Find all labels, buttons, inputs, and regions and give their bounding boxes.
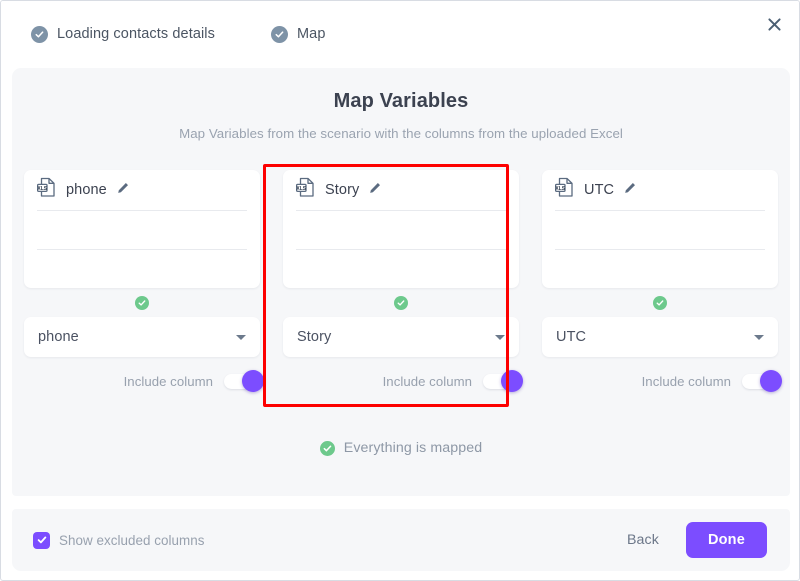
svg-text:XLS: XLS <box>555 186 565 192</box>
checkbox-label: Show excluded columns <box>59 532 205 548</box>
column-preview-card: XLS Story <box>283 170 519 288</box>
include-column-row: Include column <box>283 357 523 406</box>
svg-text:XLS: XLS <box>296 186 306 192</box>
variable-select-utc[interactable]: UTC <box>542 317 778 357</box>
column-name-label: Story <box>325 182 360 198</box>
show-excluded-columns-checkbox[interactable]: Show excluded columns <box>33 531 205 549</box>
column-preview-row <box>296 210 506 249</box>
page-subtitle: Map Variables from the scenario with the… <box>179 126 623 141</box>
include-column-toggle[interactable] <box>483 370 523 392</box>
toggle-knob <box>242 370 264 392</box>
check-circle-green-icon <box>394 295 408 310</box>
include-column-row: Include column <box>542 357 782 406</box>
xls-file-icon: XLS <box>36 177 56 203</box>
done-button[interactable]: Done <box>685 522 767 558</box>
step-map[interactable]: Map <box>270 25 326 43</box>
column-name-label: UTC <box>584 182 615 198</box>
xls-file-icon: XLS <box>554 177 574 203</box>
check-circle-icon <box>270 25 288 43</box>
pencil-icon[interactable] <box>624 181 636 199</box>
include-column-toggle[interactable] <box>742 370 782 392</box>
check-circle-green-icon <box>319 440 335 456</box>
checkbox-checked-icon <box>33 531 50 549</box>
mapping-status <box>542 288 778 317</box>
column-preview-row <box>555 210 765 249</box>
xls-file-icon: XLS <box>295 177 315 203</box>
svg-text:XLS: XLS <box>37 186 47 192</box>
column-preview-header: XLS phone <box>36 170 247 210</box>
map-variables-panel: Map Variables Map Variables from the sce… <box>12 68 790 496</box>
chevron-down-icon <box>236 334 246 340</box>
pencil-icon[interactable] <box>117 181 129 199</box>
everything-mapped-status: Everything is mapped <box>12 440 790 456</box>
select-value: Story <box>297 329 332 345</box>
include-column-row: Include column <box>24 357 264 406</box>
column-preview-header: XLS Story <box>295 170 506 210</box>
select-value: UTC <box>556 329 587 345</box>
status-text: Everything is mapped <box>343 440 483 456</box>
check-circle-green-icon <box>135 295 149 310</box>
include-column-toggle[interactable] <box>224 370 264 392</box>
include-column-label: Include column <box>123 374 213 389</box>
column-preview-row <box>37 249 247 288</box>
include-column-label: Include column <box>641 374 731 389</box>
step-label: Loading contacts details <box>57 26 215 42</box>
dialog-footer: Show excluded columns Back Done <box>12 509 790 571</box>
variable-select-story[interactable]: Story <box>283 317 519 357</box>
map-variables-dialog: Loading contacts details Map Map Variabl… <box>0 0 800 581</box>
column-name-label: phone <box>66 182 107 198</box>
column-mapping-utc: XLS UTC UTC Include column <box>542 170 782 406</box>
columns-container: XLS phone phone Include column XLS Story… <box>24 170 782 406</box>
column-preview-card: XLS phone <box>24 170 260 288</box>
column-mapping-phone: XLS phone phone Include column <box>24 170 264 406</box>
check-circle-icon <box>31 25 48 43</box>
toggle-knob <box>501 370 523 392</box>
wizard-steps-bar: Loading contacts details Map <box>1 1 799 67</box>
chevron-down-icon <box>754 334 764 340</box>
column-preview-row <box>37 210 247 249</box>
step-loading-contacts-details[interactable]: Loading contacts details <box>31 25 215 43</box>
mapping-status <box>283 288 519 317</box>
close-icon[interactable] <box>759 9 789 39</box>
variable-select-phone[interactable]: phone <box>24 317 260 357</box>
page-title: Map Variables <box>333 90 469 112</box>
column-mapping-story: XLS Story Story Include column <box>283 170 523 406</box>
include-column-label: Include column <box>382 374 472 389</box>
step-label: Map <box>296 26 326 42</box>
column-preview-row <box>555 249 765 288</box>
back-button[interactable]: Back <box>627 532 659 548</box>
column-preview-card: XLS UTC <box>542 170 778 288</box>
toggle-knob <box>760 370 782 392</box>
select-value: phone <box>38 329 79 345</box>
pencil-icon[interactable] <box>369 181 381 199</box>
column-preview-row <box>296 249 506 288</box>
column-preview-header: XLS UTC <box>554 170 765 210</box>
chevron-down-icon <box>495 334 505 340</box>
mapping-status <box>24 288 260 317</box>
check-circle-green-icon <box>653 295 667 310</box>
